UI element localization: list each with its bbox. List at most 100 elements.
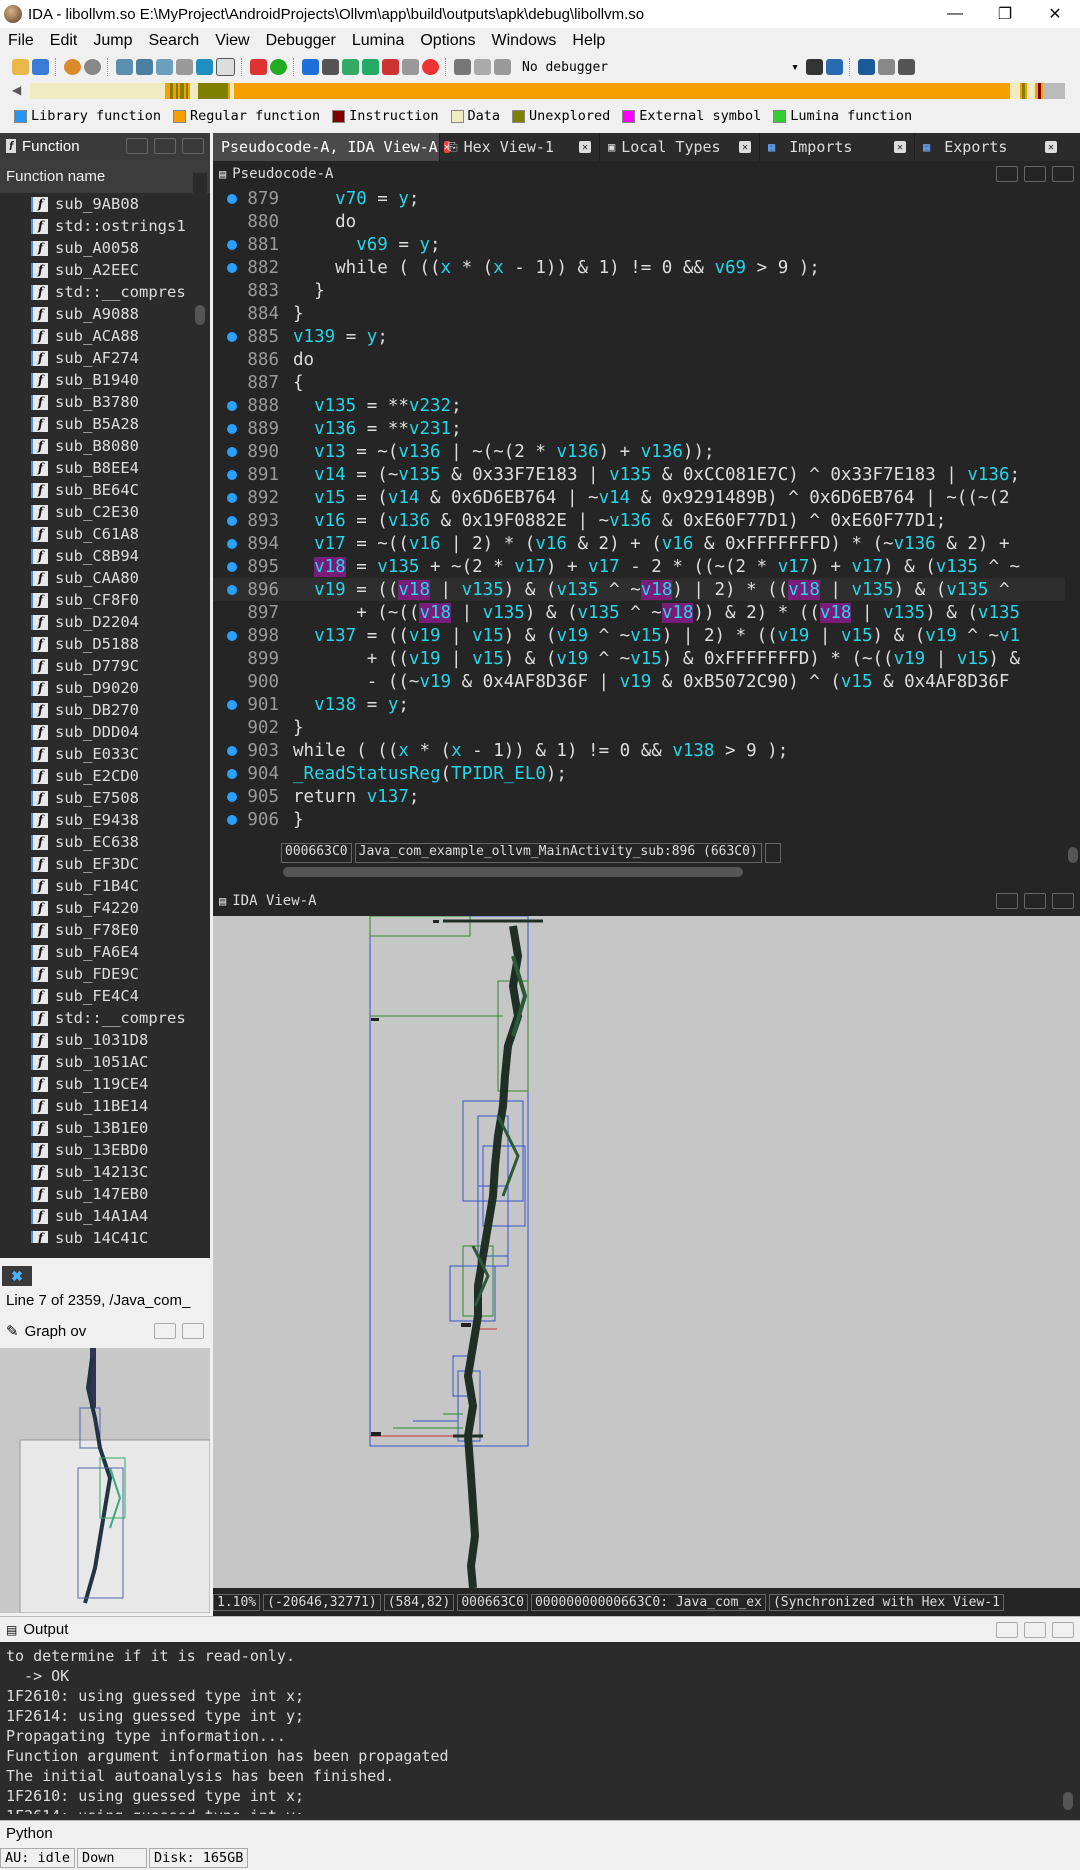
menu-help[interactable]: Help <box>564 32 613 50</box>
function-list-item[interactable]: f sub_E7508 <box>0 787 192 809</box>
text-icon[interactable] <box>216 58 235 76</box>
function-list-item[interactable]: f sub_EF3DC <box>0 853 192 875</box>
tab-close-icon[interactable]: ✕ <box>579 141 591 153</box>
flow-chart-icon[interactable] <box>136 59 153 75</box>
function-list-item[interactable]: f sub_FA6E4 <box>0 941 192 963</box>
pause-process-icon[interactable] <box>474 59 491 75</box>
panel-close-icon[interactable] <box>182 1323 204 1339</box>
code-line[interactable]: 903 while ( ((x * (x - 1)) & 1) != 0 && v… <box>213 739 1065 762</box>
function-list-item[interactable]: f sub_E9438 <box>0 809 192 831</box>
call-graph-icon[interactable] <box>176 59 193 75</box>
function-list-item[interactable]: f sub_A9088 <box>0 303 192 325</box>
function-list-item[interactable]: f sub_D5188 <box>0 633 192 655</box>
code-line[interactable]: 884} <box>213 302 1065 325</box>
clear-filter-icon[interactable]: ✖ <box>2 1266 32 1286</box>
tab-exports[interactable]: ▦ Exports ✕ <box>915 133 1065 161</box>
code-line[interactable]: 887 { <box>213 371 1065 394</box>
breakpoint-dot-icon[interactable] <box>227 561 237 572</box>
pseudocode-hscrollbar[interactable] <box>283 867 743 877</box>
list-icon[interactable] <box>878 59 895 75</box>
breakpoint-dot-icon[interactable] <box>227 745 237 756</box>
tab-close-icon[interactable]: ✕ <box>894 141 906 153</box>
tab-imports[interactable]: ▦ Imports ✕ <box>760 133 915 161</box>
function-list-item[interactable]: f sub_B5A28 <box>0 413 192 435</box>
code-icon[interactable] <box>302 59 319 75</box>
breakpoint-dot-icon[interactable] <box>227 400 237 411</box>
code-line[interactable]: 905 return v137; <box>213 785 1065 808</box>
navigation-band[interactable]: ◀ <box>0 80 1080 102</box>
panel-close-icon[interactable] <box>1052 1621 1074 1638</box>
function-list-item[interactable]: f std::__compres <box>0 281 192 303</box>
menu-lumina[interactable]: Lumina <box>344 32 412 50</box>
breakpoint-dot-icon[interactable] <box>227 262 237 273</box>
code-line[interactable]: 902} <box>213 716 1065 739</box>
breakpoint-dot-icon[interactable] <box>227 492 237 503</box>
breakpoint-dot-icon[interactable] <box>227 584 237 595</box>
function-list-item[interactable]: f sub_F78E0 <box>0 919 192 941</box>
function-list-item[interactable]: f sub_147EB0 <box>0 1183 192 1205</box>
panel-restore-icon[interactable] <box>126 138 148 154</box>
breakpoint-dot-icon[interactable] <box>227 814 237 825</box>
code-line[interactable]: 906} <box>213 808 1065 831</box>
tab-close-icon[interactable]: ✕ <box>739 141 751 153</box>
panel-restore-icon[interactable] <box>996 893 1018 909</box>
debugger-option-icon[interactable] <box>806 59 823 75</box>
scrollbar-thumb[interactable] <box>195 305 205 325</box>
function-list[interactable]: f sub_9AB08 f std::ostrings1 f sub_A0058 f sub_… <box>0 193 192 1243</box>
panel-float-icon[interactable] <box>1024 893 1046 909</box>
panel-restore-icon[interactable] <box>996 166 1018 182</box>
stop-icon[interactable] <box>422 59 439 75</box>
function-list-item[interactable]: f sub_B1940 <box>0 369 192 391</box>
pseudocode-vscrollbar[interactable] <box>1065 187 1080 867</box>
panel-float-icon[interactable] <box>154 1323 176 1339</box>
graph-view-canvas[interactable] <box>213 916 1080 1588</box>
menu-file[interactable]: File <box>0 32 42 50</box>
function-list-item[interactable]: f sub_1031D8 <box>0 1029 192 1051</box>
output-log[interactable]: to determine if it is read-only. -> OK 1F… <box>6 1646 1056 1814</box>
layout-icon[interactable] <box>858 59 875 75</box>
python-input[interactable]: Python <box>0 1820 1080 1846</box>
function-list-item[interactable]: f sub_ACA88 <box>0 325 192 347</box>
menu-debugger[interactable]: Debugger <box>258 32 344 50</box>
function-list-item[interactable]: f sub_E033C <box>0 743 192 765</box>
tab-hex-view[interactable]: ⎘ Hex View-1 ✕ <box>440 133 600 161</box>
lumina-icon[interactable] <box>270 59 287 75</box>
forward-icon[interactable] <box>84 59 101 75</box>
struct-icon[interactable] <box>342 59 359 75</box>
function-list-item[interactable]: f sub_F4220 <box>0 897 192 919</box>
code-line[interactable]: 899 + ((v19 | v15) & (v19 ^ ~v15) & 0xFF… <box>213 647 1065 670</box>
back-icon[interactable] <box>64 59 81 75</box>
tab-local-types[interactable]: ▣ Local Types ✕ <box>600 133 760 161</box>
debugger-attach-icon[interactable] <box>826 59 843 75</box>
function-list-item[interactable]: f sub_14C41C <box>0 1227 192 1243</box>
function-list-item[interactable]: f sub_13EBD0 <box>0 1139 192 1161</box>
function-list-item[interactable]: f sub_B8EE4 <box>0 457 192 479</box>
code-line[interactable]: 896 v19 = ((v18 | v135) & (v135 ^ ~v18) … <box>213 578 1065 601</box>
maximize-button[interactable]: ❐ <box>980 4 1030 24</box>
proximity-icon[interactable] <box>156 59 173 75</box>
breakpoint-icon[interactable] <box>250 59 267 75</box>
undefine-icon[interactable] <box>382 59 399 75</box>
code-line[interactable]: 882 while ( ((x * (x - 1)) & 1) != 0 && … <box>213 256 1065 279</box>
menu-windows[interactable]: Windows <box>483 32 564 50</box>
menu-view[interactable]: View <box>207 32 257 50</box>
code-line[interactable]: 900 - ((~v19 & 0x4AF8D36F | v19 & 0xB507… <box>213 670 1065 693</box>
code-line[interactable]: 898 v137 = ((v19 | v15) & (v19 ^ ~v15) |… <box>213 624 1065 647</box>
function-list-item[interactable]: f sub_A0058 <box>0 237 192 259</box>
function-list-item[interactable]: f sub_CF8F0 <box>0 589 192 611</box>
navigation-strip[interactable] <box>30 83 1065 99</box>
code-line[interactable]: 890 v13 = ~(v136 | ~(~(2 * v136) + v136)… <box>213 440 1065 463</box>
code-line[interactable]: 883 } <box>213 279 1065 302</box>
function-list-item[interactable]: f sub_C2E30 <box>0 501 192 523</box>
function-list-item[interactable]: f std::ostrings1 <box>0 215 192 237</box>
hide-icon[interactable] <box>402 59 419 75</box>
menu-options[interactable]: Options <box>412 32 483 50</box>
breakpoint-dot-icon[interactable] <box>227 630 237 641</box>
function-list-item[interactable]: f sub_9AB08 <box>0 193 192 215</box>
function-list-item[interactable]: f sub_A2EEC <box>0 259 192 281</box>
function-list-item[interactable]: f sub_B8080 <box>0 435 192 457</box>
menu-icon[interactable] <box>898 59 915 75</box>
function-list-item[interactable]: f std::__compres <box>0 1007 192 1029</box>
function-list-item[interactable]: f sub_B3780 <box>0 391 192 413</box>
code-line[interactable]: 904 _ReadStatusReg(TPIDR_EL0); <box>213 762 1065 785</box>
